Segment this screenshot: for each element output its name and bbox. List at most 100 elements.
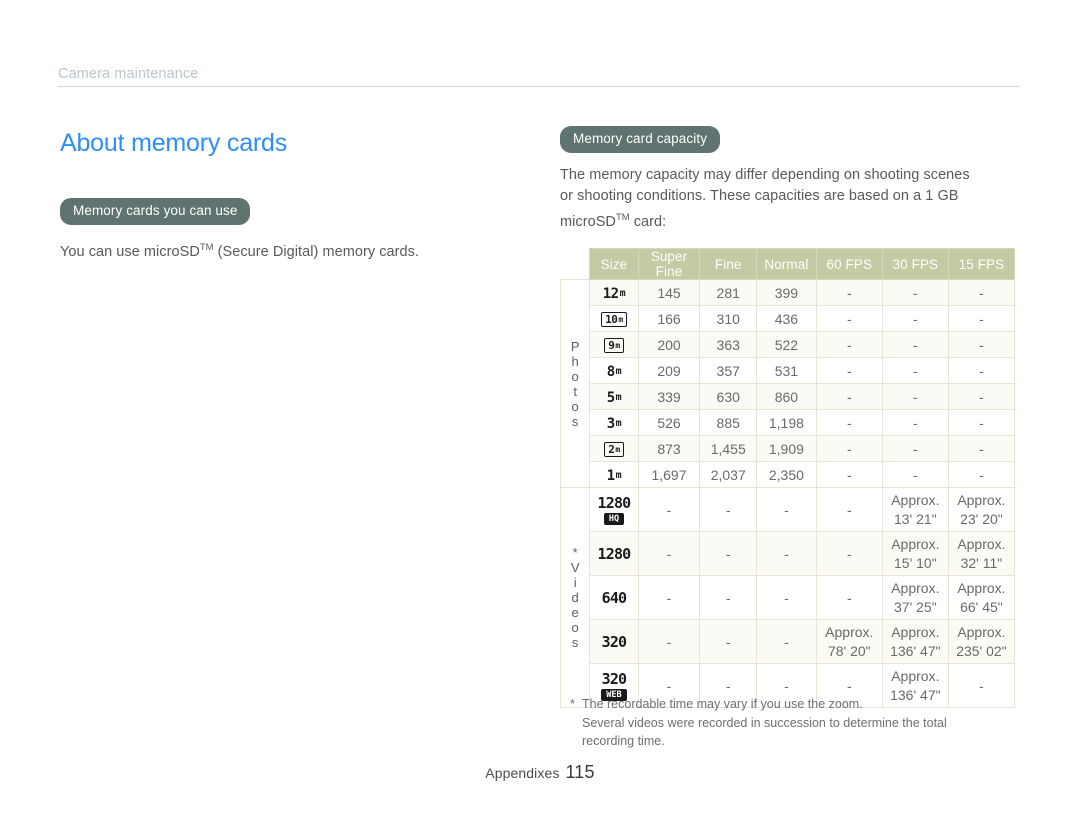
lcd-number: 320 bbox=[601, 669, 627, 688]
lcd-number: 12 bbox=[602, 285, 619, 302]
duration-line: 78' 20" bbox=[827, 642, 871, 659]
duration-value: Approx. 23' 20" bbox=[949, 491, 1014, 529]
table-cell-value: 1,198 bbox=[756, 409, 817, 437]
resolution-icon-2m: 2m bbox=[589, 435, 639, 463]
footnote-line-3: recording time. bbox=[582, 734, 665, 748]
table-cell-empty: - bbox=[637, 575, 701, 621]
group-label-char: o bbox=[571, 368, 579, 384]
table-cell-empty: - bbox=[947, 383, 1016, 411]
table-cell-empty: - bbox=[699, 531, 758, 577]
duration-line: 15' 10" bbox=[894, 554, 937, 571]
group-label-vertical: Photos bbox=[561, 339, 589, 429]
paragraph-text-post: (Secure Digital) memory cards. bbox=[213, 243, 419, 260]
table-cell-empty: - bbox=[881, 357, 949, 385]
duration-line: 37' 25" bbox=[894, 598, 937, 615]
table-cell-empty: - bbox=[947, 435, 1016, 463]
resolution-icon-12m: 12 m bbox=[589, 279, 639, 307]
duration-line: Approx. bbox=[891, 491, 940, 508]
table-cell-value: 1,697 bbox=[637, 461, 701, 489]
section-badge-memory-cards-you-can-use: Memory cards you can use bbox=[60, 198, 251, 225]
lcd-video-resolution-icon: 1280 HQ bbox=[597, 495, 631, 526]
table-cell-empty: - bbox=[947, 409, 1016, 437]
duration-line: Approx. bbox=[891, 535, 940, 552]
lcd-resolution-icon: 8m bbox=[606, 363, 622, 380]
table-cell-empty: - bbox=[881, 435, 949, 463]
table-row: 5 m 339 630 860- - - bbox=[561, 383, 1016, 411]
lcd-unit: m bbox=[615, 340, 620, 350]
table-cell-empty: - bbox=[881, 279, 949, 307]
duration-line: 13' 21" bbox=[894, 510, 937, 527]
duration-line: 136' 47" bbox=[890, 642, 941, 659]
table-cell-value: 363 bbox=[699, 331, 758, 359]
group-label-char: o bbox=[571, 620, 579, 636]
lcd-number: 640 bbox=[601, 588, 627, 607]
duration-line: Approx. bbox=[957, 535, 1006, 552]
lcd-number: 320 bbox=[601, 632, 627, 651]
table-row: 3 m 526 885 1,198- - - bbox=[561, 409, 1016, 437]
group-label-char: o bbox=[571, 398, 579, 414]
memory-cards-you-can-use-section: Memory cards you can use bbox=[60, 198, 530, 225]
table-cell-empty: - bbox=[947, 279, 1016, 307]
lcd-resolution-icon: 2m bbox=[604, 442, 624, 458]
footer-page-number: 115 bbox=[565, 762, 595, 782]
table-cell-duration: Approx. 23' 20" bbox=[947, 487, 1016, 533]
lcd-number: 1280 bbox=[597, 544, 631, 563]
group-label-char: P bbox=[570, 338, 580, 354]
lcd-resolution-icon: 5m bbox=[607, 391, 622, 405]
table-row: * Vi d e o s 1280 HQ - - - - Approx. 13' 21" Approx. 23… bbox=[559, 487, 1016, 709]
table-cell-empty: - bbox=[881, 305, 949, 333]
table-cell-empty: - bbox=[637, 487, 701, 533]
table-cell-duration: Approx. 15' 10" bbox=[881, 531, 949, 577]
footnote-block: * The recordable time may vary if you use… bbox=[560, 695, 1020, 751]
table-cell-empty: - bbox=[947, 357, 1016, 385]
memory-card-capacity-section: Memory card capacity bbox=[560, 126, 1020, 153]
table-cell-value: 339 bbox=[637, 383, 701, 411]
table-cell-value: 200 bbox=[637, 331, 701, 359]
lcd-quality-tag: HQ bbox=[603, 512, 625, 526]
table-row: 2 m 873 1,455 1,909- - - bbox=[561, 435, 1016, 463]
table-cell-empty: - bbox=[699, 575, 758, 621]
table-row: 640- - - - Approx. 37' 25" Approx. 66' 45" bbox=[561, 575, 1016, 621]
lcd-video-resolution-icon: 1280 bbox=[597, 544, 631, 563]
lcd-resolution-icon: 9m bbox=[604, 338, 624, 354]
resolution-icon-1280-hq: 1280 HQ bbox=[589, 487, 639, 533]
table-cell-empty: - bbox=[815, 531, 883, 577]
table-cell-empty: - bbox=[699, 619, 758, 665]
table-body-videos: * Vi d e o s 1280 HQ - - - - Approx. 13' 21" Approx. 23… bbox=[559, 487, 1016, 709]
left-column: About memory cards Memory cards you can … bbox=[60, 126, 530, 277]
table-row: 320- - - Approx. 78' 20" Approx. 136' 47" Appro… bbox=[561, 619, 1016, 665]
table-cell-value: 436 bbox=[756, 305, 817, 333]
lcd-number: 10 bbox=[605, 313, 618, 327]
lcd-number: 8 bbox=[606, 363, 615, 380]
table-cell-value: 522 bbox=[756, 331, 817, 359]
table-cell-duration: Approx. 66' 45" bbox=[947, 575, 1016, 621]
table-cell-value: 145 bbox=[637, 279, 701, 307]
table-cell-empty: - bbox=[815, 279, 883, 307]
table-cell-empty: - bbox=[699, 487, 758, 533]
table-cell-value: 166 bbox=[637, 305, 701, 333]
table-cell-empty: - bbox=[947, 331, 1016, 359]
group-label-char: t bbox=[573, 383, 577, 399]
table-cell-value: 860 bbox=[756, 383, 817, 411]
trademark-superscript-2: TM bbox=[615, 211, 630, 223]
page-footer: Appendixes 115 bbox=[0, 762, 1080, 783]
table-cell-empty: - bbox=[881, 409, 949, 437]
duration-value: Approx. 235' 02" bbox=[949, 623, 1014, 661]
table-header: Size Super Fine Fine Normal 60 FPS 30 FP… bbox=[561, 248, 1016, 281]
resolution-icon-640: 640 bbox=[589, 575, 639, 621]
resolution-icon-1m: 1m bbox=[589, 461, 639, 489]
table-cell-empty: - bbox=[881, 461, 949, 489]
lcd-unit: m bbox=[615, 444, 620, 454]
table-cell-duration: Approx. 136' 47" bbox=[881, 619, 949, 665]
group-label-vertical: * Vi d e o s bbox=[561, 545, 589, 650]
table-cell-value: 526 bbox=[637, 409, 701, 437]
table-cell-duration: Approx. 235' 02" bbox=[947, 619, 1016, 665]
table-cell-empty: - bbox=[815, 357, 883, 385]
lcd-unit: m bbox=[615, 365, 622, 377]
intro-line-3-pre: microSD bbox=[560, 213, 616, 230]
table-cell-duration: Approx. 37' 25" bbox=[881, 575, 949, 621]
resolution-icon-8m: 8m bbox=[589, 357, 639, 385]
table-cell-empty: - bbox=[756, 531, 817, 577]
duration-value: Approx. 13' 21" bbox=[883, 491, 948, 529]
table-cell-empty: - bbox=[815, 461, 883, 489]
